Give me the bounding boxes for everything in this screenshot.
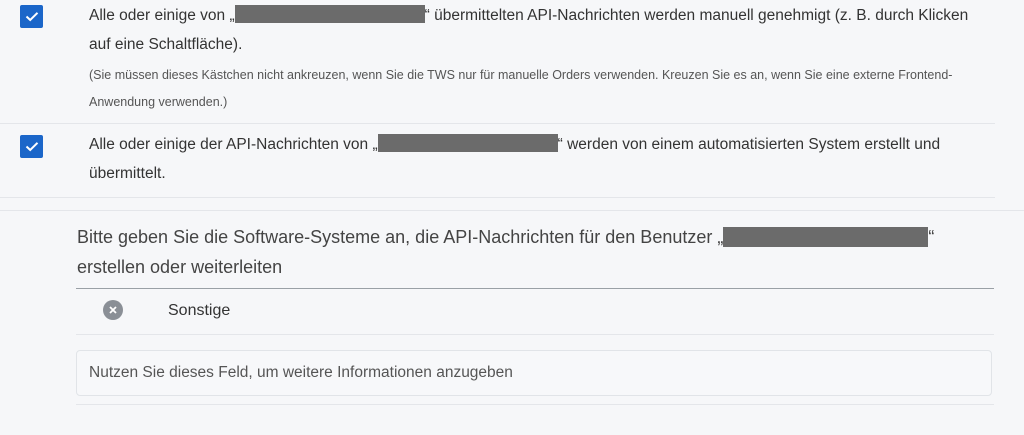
manual-approval-note: (Sie müssen dieses Kästchen nicht ankreu… bbox=[89, 68, 953, 109]
selected-software-label: Sonstige bbox=[168, 302, 231, 319]
automated-system-checkbox[interactable] bbox=[20, 135, 43, 158]
bottom-divider bbox=[76, 404, 994, 405]
check-icon bbox=[25, 142, 38, 152]
additional-info-input[interactable] bbox=[76, 350, 992, 396]
check-icon bbox=[25, 12, 38, 22]
close-icon bbox=[109, 306, 117, 314]
selected-software-item: Sonstige bbox=[76, 289, 994, 335]
section-divider bbox=[0, 210, 1024, 211]
software-question-before: Bitte geben Sie die Software-Systeme an,… bbox=[77, 227, 724, 247]
manual-approval-text: Alle oder einige von „ “ übermittelten AP… bbox=[89, 1, 979, 59]
automated-system-text-before: Alle oder einige der API-Nachrichten von… bbox=[89, 136, 378, 153]
automated-system-text: Alle oder einige der API-Nachrichten von… bbox=[89, 130, 979, 188]
manual-approval-checkbox[interactable] bbox=[20, 5, 43, 28]
redacted-username bbox=[234, 5, 425, 23]
manual-approval-text-before: Alle oder einige von „ bbox=[89, 7, 235, 24]
redacted-username bbox=[723, 227, 929, 247]
software-question: Bitte geben Sie die Software-Systeme an,… bbox=[77, 222, 957, 282]
consent-item-manual-approval: Alle oder einige von „ “ übermittelten AP… bbox=[0, 0, 995, 124]
consent-panel: Alle oder einige von „ “ übermittelten AP… bbox=[0, 0, 1024, 210]
redacted-username bbox=[377, 134, 558, 152]
remove-software-button[interactable] bbox=[103, 300, 123, 320]
